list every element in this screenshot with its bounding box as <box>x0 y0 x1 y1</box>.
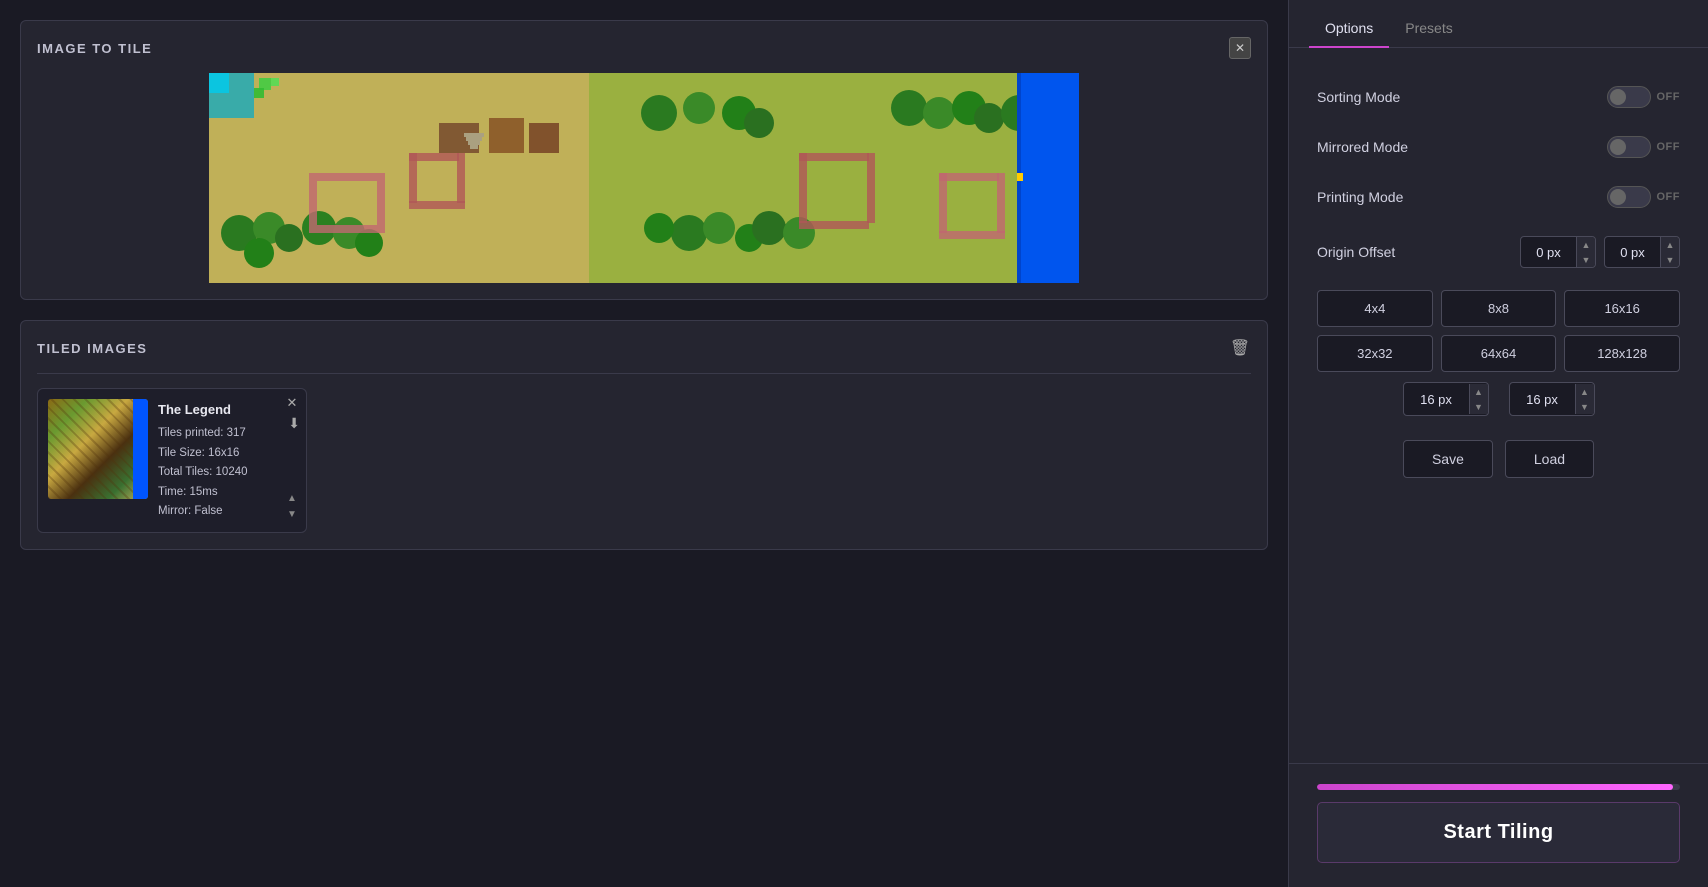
start-tiling-button[interactable]: Start Tiling <box>1317 802 1680 863</box>
tiled-image-card: The Legend Tiles printed: 317 Tile Size:… <box>37 388 307 533</box>
offset-x-input[interactable] <box>1521 245 1576 260</box>
sorting-toggle-track <box>1607 86 1651 108</box>
offset-x-spin: ▲ ▼ <box>1576 237 1595 267</box>
tab-options[interactable]: Options <box>1309 10 1389 48</box>
tile-size-32x32[interactable]: 32x32 <box>1317 335 1433 372</box>
tiled-card-title: The Legend <box>158 399 296 421</box>
custom-height-down[interactable]: ▼ <box>1576 399 1594 414</box>
origin-offset-row: Origin Offset ▲ ▼ ▲ ▼ <box>1317 222 1680 282</box>
image-section-header: IMAGE TO TILE ✕ <box>37 37 1251 59</box>
start-section: Start Tiling <box>1289 763 1708 887</box>
total-tiles-info: Total Tiles: 10240 <box>158 463 296 483</box>
mirrored-toggle-label: OFF <box>1657 141 1681 153</box>
tile-size-128x128[interactable]: 128x128 <box>1564 335 1680 372</box>
tabs-row: Options Presets <box>1289 0 1708 48</box>
offset-x-wrap: ▲ ▼ <box>1520 236 1596 268</box>
tile-size-grid: 4x4 8x8 16x16 32x32 64x64 128x128 <box>1317 290 1680 372</box>
tile-size-4x4[interactable]: 4x4 <box>1317 290 1433 327</box>
custom-height-wrap: ▲ ▼ <box>1509 382 1595 416</box>
tiled-images-section: TILED IMAGES 🗑 The Legend Tiles printed:… <box>20 320 1268 550</box>
mirror-info: Mirror: False <box>158 502 296 522</box>
delete-all-button[interactable]: 🗑 <box>1229 337 1251 359</box>
map-preview <box>37 73 1251 283</box>
sorting-mode-toggle[interactable]: OFF <box>1607 86 1681 108</box>
sorting-mode-label: Sorting Mode <box>1317 89 1400 105</box>
offset-x-up[interactable]: ▲ <box>1577 237 1595 252</box>
offset-y-up[interactable]: ▲ <box>1661 237 1679 252</box>
offset-y-spin: ▲ ▼ <box>1660 237 1679 267</box>
tile-size-info: Tile Size: 16x16 <box>158 444 296 464</box>
mirrored-mode-label: Mirrored Mode <box>1317 139 1408 155</box>
sorting-toggle-label: OFF <box>1657 91 1681 103</box>
sorting-toggle-thumb <box>1610 89 1626 105</box>
custom-width-spin: ▲ ▼ <box>1469 384 1488 414</box>
offset-y-down[interactable]: ▼ <box>1661 252 1679 267</box>
offset-x-down[interactable]: ▼ <box>1577 252 1595 267</box>
offset-inputs: ▲ ▼ ▲ ▼ <box>1520 236 1680 268</box>
section-divider <box>37 373 1251 374</box>
custom-width-wrap: ▲ ▼ <box>1403 382 1489 416</box>
custom-width-up[interactable]: ▲ <box>1470 384 1488 399</box>
tiled-thumbnail <box>48 399 148 499</box>
sorting-mode-row: Sorting Mode OFF <box>1317 72 1680 122</box>
printing-mode-row: Printing Mode OFF <box>1317 172 1680 222</box>
offset-y-wrap: ▲ ▼ <box>1604 236 1680 268</box>
tile-size-16x16[interactable]: 16x16 <box>1564 290 1680 327</box>
image-close-button[interactable]: ✕ <box>1229 37 1251 59</box>
mirrored-toggle-thumb <box>1610 139 1626 155</box>
image-to-tile-section: IMAGE TO TILE ✕ <box>20 20 1268 300</box>
custom-height-up[interactable]: ▲ <box>1576 384 1594 399</box>
tiled-section-title: TILED IMAGES <box>37 341 147 356</box>
custom-width-down[interactable]: ▼ <box>1470 399 1488 414</box>
options-content: Sorting Mode OFF Mirrored Mode OFF Print… <box>1289 48 1708 763</box>
tile-size-64x64[interactable]: 64x64 <box>1441 335 1557 372</box>
offset-y-input[interactable] <box>1605 245 1660 260</box>
origin-offset-label: Origin Offset <box>1317 244 1395 260</box>
tiled-card-close-button[interactable]: ✕ <box>284 395 300 411</box>
tile-size-8x8[interactable]: 8x8 <box>1441 290 1557 327</box>
tiled-card-info: The Legend Tiles printed: 317 Tile Size:… <box>158 399 296 522</box>
mirrored-mode-toggle[interactable]: OFF <box>1607 136 1681 158</box>
progress-fill <box>1317 784 1673 790</box>
printing-toggle-thumb <box>1610 189 1626 205</box>
printing-mode-label: Printing Mode <box>1317 189 1403 205</box>
load-button[interactable]: Load <box>1505 440 1594 478</box>
tiled-thumb-blue-edge <box>133 399 148 499</box>
custom-height-spin: ▲ ▼ <box>1575 384 1594 414</box>
mirrored-toggle-track <box>1607 136 1651 158</box>
printing-toggle-track <box>1607 186 1651 208</box>
mirrored-mode-row: Mirrored Mode OFF <box>1317 122 1680 172</box>
tiled-down-arrow[interactable]: ▼ <box>284 508 300 522</box>
image-section-title: IMAGE TO TILE <box>37 41 152 56</box>
left-panel: IMAGE TO TILE ✕ <box>0 0 1288 887</box>
custom-height-input[interactable] <box>1510 392 1575 407</box>
custom-width-input[interactable] <box>1404 392 1469 407</box>
time-info: Time: 15ms <box>158 483 296 503</box>
save-button[interactable]: Save <box>1403 440 1493 478</box>
printing-toggle-label: OFF <box>1657 191 1681 203</box>
tiled-section-header: TILED IMAGES 🗑 <box>37 337 1251 359</box>
right-panel: Options Presets Sorting Mode OFF Mirrore… <box>1288 0 1708 887</box>
custom-size-row: ▲ ▼ ▲ ▼ <box>1317 382 1680 416</box>
tiles-printed: Tiles printed: 317 <box>158 424 296 444</box>
map-svg <box>37 73 1251 283</box>
tab-presets[interactable]: Presets <box>1389 10 1468 48</box>
action-buttons: Save Load <box>1317 440 1680 478</box>
tiled-download-button[interactable]: ⬇ <box>288 415 300 432</box>
progress-bar <box>1317 784 1680 790</box>
tiled-up-arrow[interactable]: ▲ <box>284 492 300 506</box>
tiled-arrows: ▲ ▼ <box>284 492 300 522</box>
printing-mode-toggle[interactable]: OFF <box>1607 186 1681 208</box>
